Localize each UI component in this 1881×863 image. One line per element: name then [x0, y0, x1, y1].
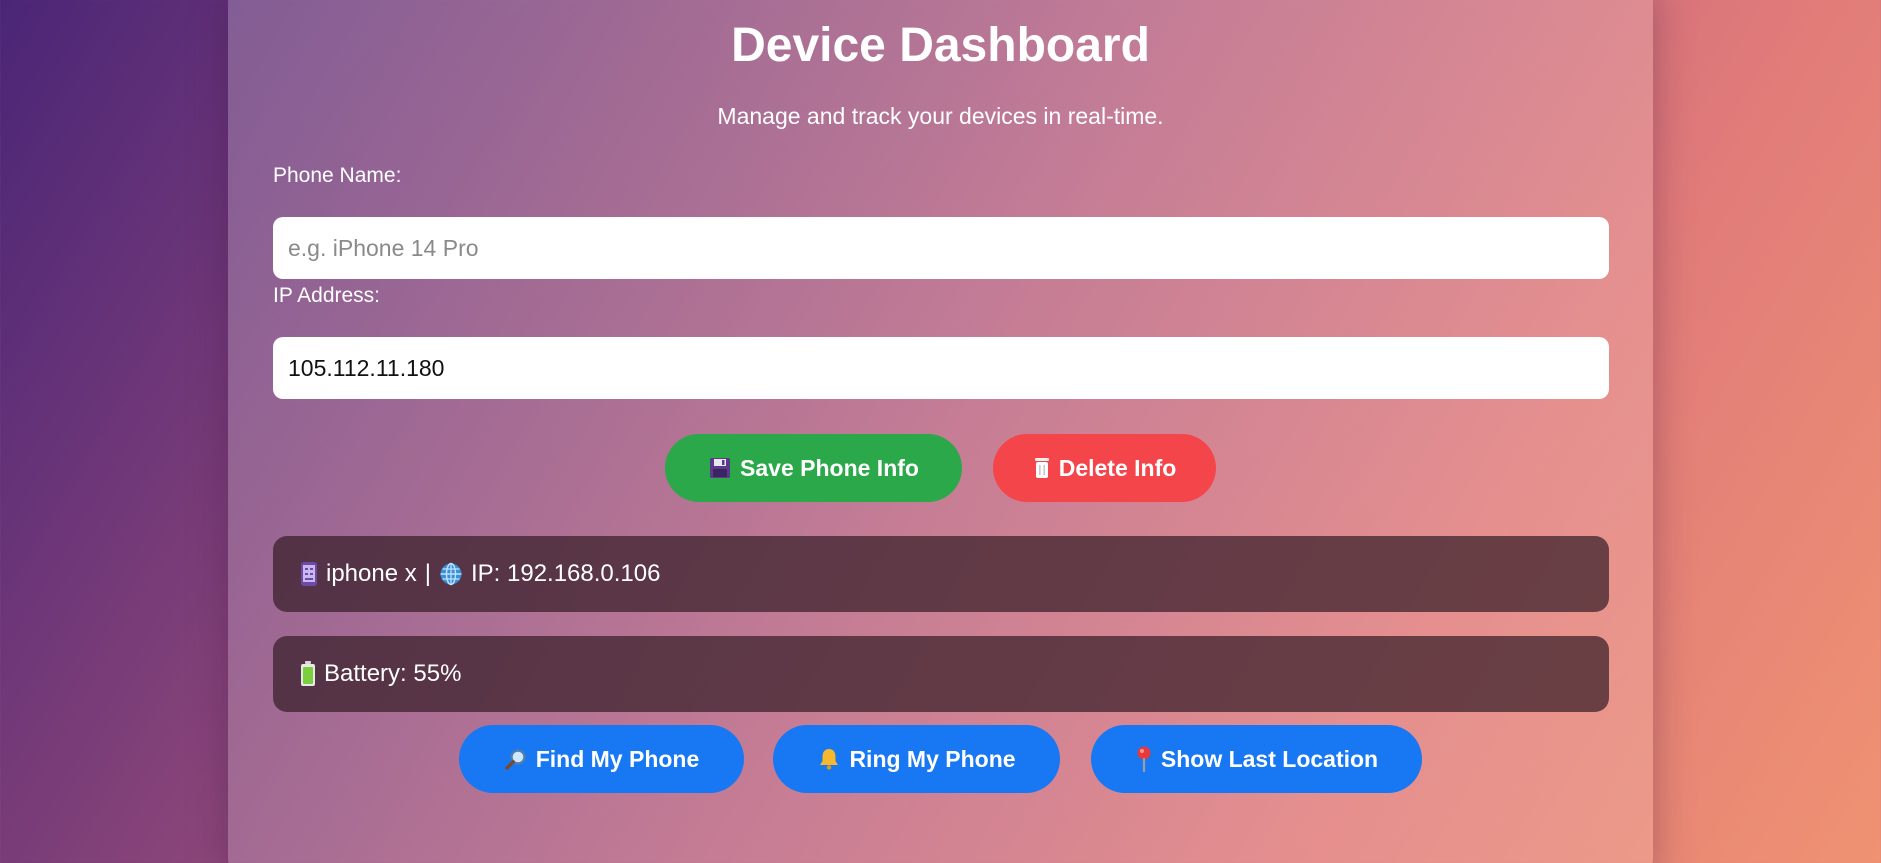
ip-address-input[interactable] [273, 337, 1609, 399]
magnifier-icon [504, 747, 528, 771]
battery-icon [300, 661, 316, 687]
battery-status: Battery: 55% [324, 660, 462, 687]
trash-icon [1033, 457, 1051, 479]
device-ip: IP: 192.168.0.106 [470, 560, 661, 587]
phone-name-input[interactable] [273, 217, 1609, 279]
info-separator: | [424, 560, 431, 587]
ring-my-phone-button[interactable]: Ring My Phone [773, 725, 1060, 793]
page-title: Device Dashboard [731, 19, 1150, 72]
device-info-box: iphone x | IP: 192.168.0.106 [273, 536, 1609, 612]
device-name: iphone x [326, 560, 417, 587]
delete-button-label: Delete Info [1058, 454, 1177, 481]
page-subtitle: Manage and track your devices in real-ti… [717, 103, 1164, 129]
ring-button-label: Ring My Phone [849, 745, 1016, 772]
floppy-disk-icon [708, 456, 732, 480]
delete-info-button[interactable]: Delete Info [993, 434, 1216, 502]
mobile-phone-icon [300, 561, 318, 587]
find-button-label: Find My Phone [535, 745, 700, 772]
bell-icon [817, 747, 841, 771]
globe-icon [439, 562, 463, 586]
ip-address-label: IP Address: [273, 284, 381, 307]
map-pin-icon [1135, 746, 1153, 772]
save-button-label: Save Phone Info [740, 454, 919, 481]
location-button-label: Show Last Location [1160, 745, 1379, 772]
battery-info-box: Battery: 55% [273, 636, 1609, 712]
phone-name-label: Phone Name: [273, 164, 402, 187]
dashboard-card: Device Dashboard Manage and track your d… [228, 0, 1653, 863]
show-last-location-button[interactable]: Show Last Location [1091, 725, 1422, 793]
find-my-phone-button[interactable]: Find My Phone [459, 725, 744, 793]
save-phone-info-button[interactable]: Save Phone Info [665, 434, 962, 502]
